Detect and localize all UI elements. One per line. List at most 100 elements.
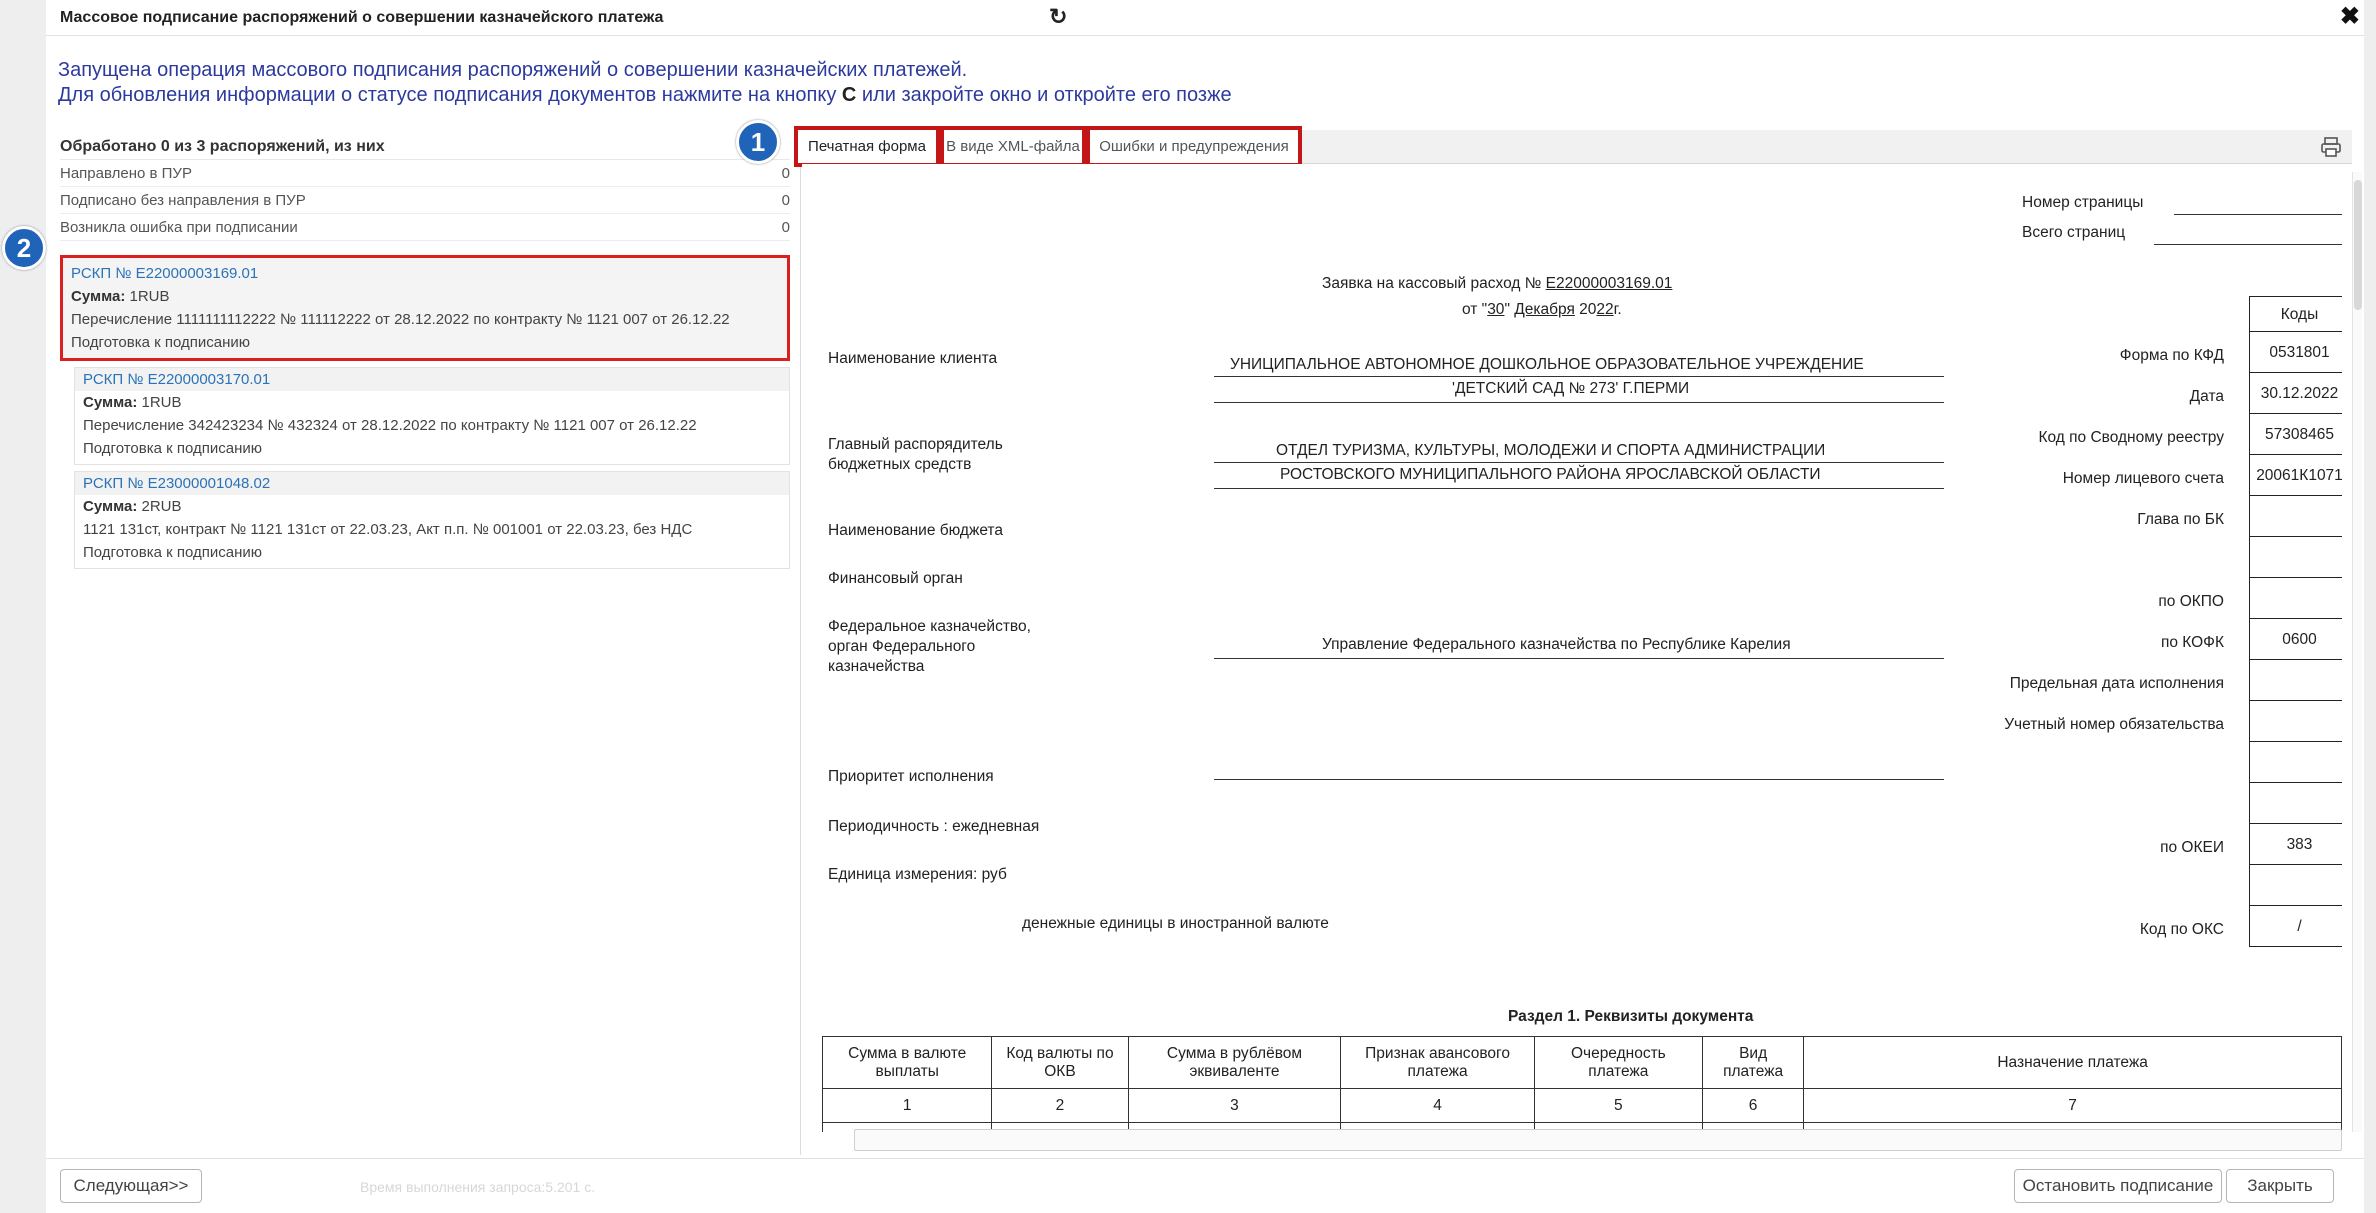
currency-label: денежные единицы в иностранной валюте [1022, 915, 1329, 932]
card-sum-label: Сумма: [71, 288, 126, 305]
stat-label: Подписано без направления в ПУР [60, 191, 306, 209]
print-form-preview: Номер страницы Всего страниц Заявка на к… [802, 164, 2342, 1132]
code-label: Учетный номер обязательства [2004, 716, 2224, 733]
info-line-2-after: или закройте окно и откройте его позже [856, 84, 1232, 106]
info-message: Запущена операция массового подписания р… [58, 58, 1232, 108]
document-card[interactable]: РСКП № Е22000003170.01 Сумма: 1RUB Переч… [74, 367, 790, 465]
document-date-year-prefix: 20 [1579, 301, 1597, 318]
code-value [2250, 578, 2342, 619]
document-card[interactable]: РСКП № Е23000001048.02 Сумма: 2RUB 1121 … [74, 471, 790, 569]
code-value: 20061К1071 [2250, 455, 2342, 496]
close-icon[interactable]: ✖ [2340, 2, 2360, 31]
left-gutter [0, 0, 46, 1213]
card-sum-label: Сумма: [83, 498, 138, 515]
code-value [2250, 496, 2342, 537]
requisites-table: Сумма в валюте выплаты Код валюты по ОКВ… [821, 1036, 2342, 1132]
manager-value-1: ОТДЕЛ ТУРИЗМА, КУЛЬТУРЫ, МОЛОДЕЖИ И СПОР… [1276, 442, 1826, 459]
printer-icon[interactable] [2320, 136, 2342, 158]
document-date-year: 22 [1596, 301, 1614, 318]
left-panel: Обработано 0 из 3 распоряжений, из них Н… [60, 134, 790, 569]
card-number[interactable]: РСКП № Е22000003169.01 [71, 262, 779, 285]
card-description: Перечисление 342423234 № 432324 от 28.12… [83, 417, 697, 434]
title-bar: Массовое подписание распоряжений о совер… [46, 0, 2364, 36]
priority-label: Приоритет исполнения [828, 768, 994, 785]
stat-label: Возникла ошибка при подписании [60, 218, 298, 236]
manager-label-2: бюджетных средств [828, 456, 972, 473]
card-sum-label: Сумма: [83, 394, 138, 411]
table-cell: 2 [991, 1088, 1129, 1123]
next-button[interactable]: Следующая>> [60, 1169, 202, 1203]
stats-header: Обработано 0 из 3 распоряжений, из них [60, 134, 790, 160]
table-cell: 1 [821, 1088, 993, 1123]
table-header-cell: Назначение платежа [1803, 1036, 2342, 1089]
panel-splitter[interactable] [800, 128, 801, 1155]
tab-errors-warnings[interactable]: Ошибки и предупреждения [1086, 126, 1302, 167]
refresh-icon[interactable]: ↻ [1049, 4, 1067, 30]
card-sum-value: 2RUB [141, 498, 182, 515]
budget-label: Наименование бюджета [828, 522, 1003, 539]
table-cell: 5 [1533, 1088, 1704, 1123]
stat-value: 0 [781, 218, 790, 236]
document-date: от "30" Декабря 2022г. [1462, 301, 1622, 319]
table-row: 1 2 3 4 5 6 7 [821, 1088, 2342, 1123]
fk-label-3: казначейства [828, 658, 925, 675]
tab-print-form[interactable]: Печатная форма [794, 126, 940, 167]
horizontal-scrollbar[interactable] [854, 1129, 2342, 1151]
code-value: 57308465 [2250, 414, 2342, 455]
inline-refresh-icon: C [841, 84, 857, 106]
table-cell: 4 [1340, 1088, 1535, 1123]
document-date-day: 30 [1487, 301, 1505, 318]
code-label: Код по ОКС [2139, 921, 2224, 938]
code-label: по ОКЕИ [2160, 839, 2224, 856]
table-header-cell: Сумма в валюте выплаты [821, 1036, 993, 1089]
annotation-marker-1: 1 [736, 120, 780, 164]
code-value: 0600 [2250, 619, 2342, 660]
table-cell: 7 [1803, 1088, 2342, 1123]
table-header-cell: Код валюты по ОКВ [991, 1036, 1129, 1089]
section-title: Раздел 1. Реквизиты документа [1508, 1008, 1754, 1025]
table-header-cell: Вид платежа [1701, 1036, 1805, 1089]
code-value: 383 [2250, 824, 2342, 865]
card-sum: Сумма: 1RUB [71, 285, 779, 308]
fk-value: Управление Федерального казначейства по … [1322, 636, 1791, 653]
stop-signing-button[interactable]: Остановить подписание [2014, 1169, 2222, 1203]
vertical-scrollbar[interactable] [2352, 172, 2362, 1132]
document-card-selected[interactable]: РСКП № Е22000003169.01 Сумма: 1RUB Переч… [60, 255, 790, 361]
manager-label-1: Главный распорядитель [828, 436, 1003, 453]
stat-value: 0 [781, 191, 790, 209]
code-value [2250, 742, 2342, 783]
code-value [2250, 783, 2342, 824]
close-button[interactable]: Закрыть [2226, 1169, 2334, 1203]
dialog-window: Массовое подписание распоряжений о совер… [46, 0, 2364, 1213]
code-value [2250, 660, 2342, 701]
table-cell: 3 [1127, 1088, 1342, 1123]
code-label: по КОФК [2160, 634, 2224, 651]
footer-bar: Следующая>> Время выполнения запроса:5.2… [46, 1158, 2364, 1213]
tab-xml-file[interactable]: В виде XML-файла [940, 126, 1086, 167]
card-status: Подготовка к подписанию [83, 544, 262, 561]
unit-label: Единица измерения: руб [828, 866, 1007, 883]
right-gutter [2364, 0, 2376, 1213]
code-label: Предельная дата исполнения [2009, 675, 2224, 692]
codes-column: Коды 0531801 30.12.2022 57308465 20061К1… [2249, 296, 2342, 947]
stats-header-label: Обработано 0 из 3 распоряжений, из них [60, 137, 385, 155]
timing-text: Время выполнения запроса:5.201 с. [360, 1179, 596, 1195]
code-value [2250, 537, 2342, 578]
document-date-month: Декабря [1514, 301, 1575, 318]
info-line-1: Запущена операция массового подписания р… [58, 59, 968, 81]
fk-label-2: орган Федерального [828, 638, 976, 655]
code-label: по ОКПО [2158, 593, 2224, 610]
code-label: Форма по КФД [2119, 347, 2224, 364]
document-date-g: г. [1613, 301, 1622, 318]
document-title: Заявка на кассовый расход № Е22000003169… [1322, 275, 1672, 293]
code-value [2250, 701, 2342, 742]
periodicity-label: Периодичность : ежедневная [828, 818, 1040, 835]
scroll-thumb[interactable] [2354, 180, 2362, 310]
card-number[interactable]: РСКП № Е23000001048.02 [75, 472, 789, 495]
info-line-2-before: Для обновления информации о статусе подп… [58, 84, 842, 106]
card-number[interactable]: РСКП № Е22000003170.01 [75, 368, 789, 391]
stat-value: 0 [781, 164, 790, 182]
manager-value-2: РОСТОВСКОГО МУНИЦИПАЛЬНОГО РАЙОНА ЯРОСЛА… [1280, 466, 1821, 483]
window-title: Массовое подписание распоряжений о совер… [60, 9, 664, 26]
table-cell: 6 [1701, 1088, 1805, 1123]
